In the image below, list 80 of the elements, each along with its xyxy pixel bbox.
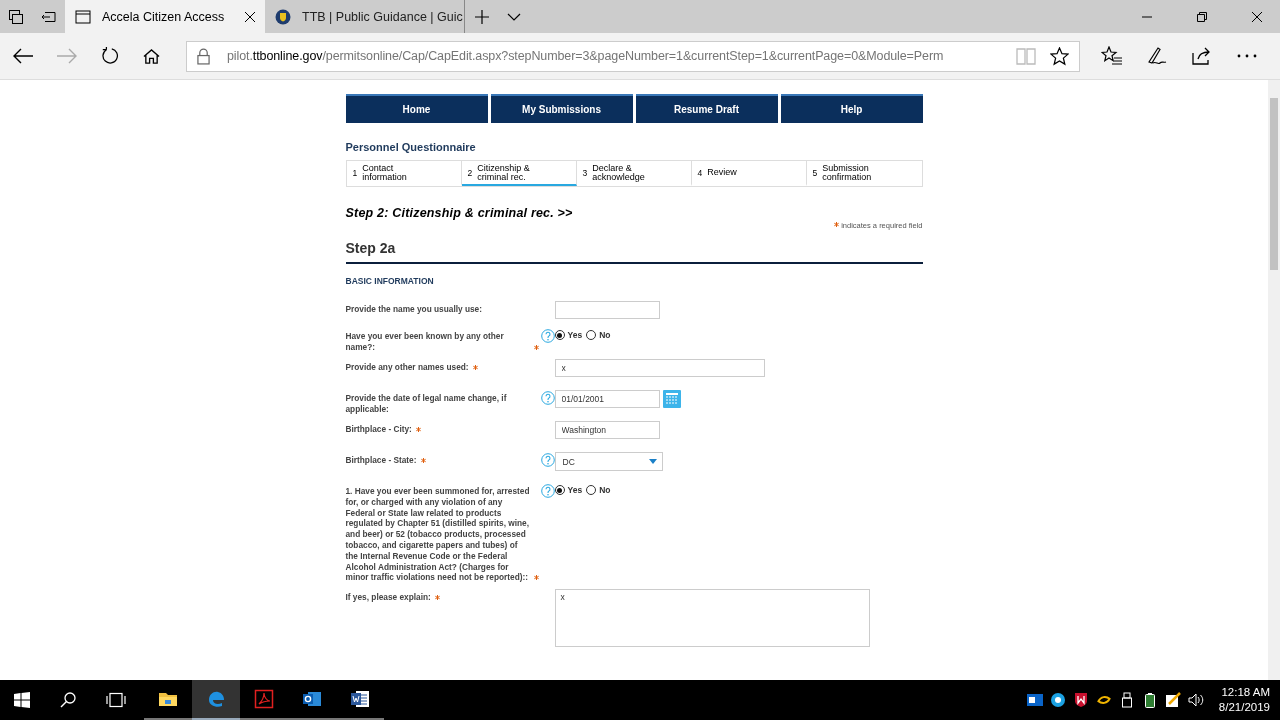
star-icon[interactable] xyxy=(1050,46,1069,66)
more-icon[interactable] xyxy=(1236,53,1258,59)
browser-tab[interactable]: Accela Citizen Access xyxy=(65,0,265,33)
form-title: Personnel Questionnaire xyxy=(345,141,477,153)
text-field[interactable]: 01/01/2001 xyxy=(554,390,660,408)
lock-icon xyxy=(197,47,210,65)
field-label: Birthplace - State: xyxy=(345,455,417,466)
field-label: Provide the name you usually use: xyxy=(345,304,482,315)
section-title: Step 2a xyxy=(345,240,923,264)
radio-label[interactable]: No xyxy=(599,485,611,495)
speaker-icon[interactable] xyxy=(1187,692,1204,708)
refresh-icon[interactable] xyxy=(101,47,119,65)
restore-icon[interactable] xyxy=(1197,11,1207,22)
field-label: Have you ever been known by any other name?: xyxy=(345,331,505,353)
dropdown[interactable]: DC xyxy=(554,452,663,471)
favorites-icon[interactable] xyxy=(1101,46,1123,66)
step-heading: Step 2: Citizenship & criminal rec. >> xyxy=(345,206,574,220)
radio-button[interactable] xyxy=(554,485,565,495)
clock-time[interactable]: 12:18 AM xyxy=(1221,685,1270,700)
tab-overview-icon[interactable] xyxy=(8,8,24,25)
subsection-title: BASIC INFORMATION xyxy=(345,276,435,286)
pen-icon[interactable] xyxy=(1146,46,1168,66)
radio-label[interactable]: Yes xyxy=(567,330,583,340)
nav-button[interactable]: Resume Draft xyxy=(635,94,778,123)
seal-icon xyxy=(275,8,291,25)
close-tab-icon[interactable] xyxy=(245,11,255,22)
step-label: Citizenship & criminal rec. xyxy=(477,163,531,182)
text-area[interactable]: x xyxy=(554,589,870,648)
mail-icon xyxy=(302,689,322,709)
step-label: Submission confirmation xyxy=(822,163,873,182)
back-icon[interactable] xyxy=(13,48,33,64)
url-text[interactable]: pilot.ttbonline.gov/permitsonline/Cap/CapEdit.aspx?stepNumber=3&pageNumber=1&currentStep=1&currentPage=0&Module=Perm xyxy=(227,49,1002,63)
field-label: Provide any other names used: xyxy=(345,362,469,373)
scrollbar[interactable] xyxy=(1268,80,1280,680)
step-number: 5 xyxy=(812,167,818,178)
radio-button[interactable] xyxy=(586,330,597,340)
text-field[interactable]: Washington xyxy=(554,421,660,439)
page-icon xyxy=(75,8,91,25)
windows-start-icon[interactable] xyxy=(14,692,30,708)
nav-button[interactable]: Help xyxy=(780,94,923,123)
nav-button[interactable]: Home xyxy=(345,94,488,123)
step-number: 3 xyxy=(582,167,588,178)
text-field[interactable] xyxy=(554,301,660,319)
required-icon xyxy=(834,221,840,227)
task-view-icon[interactable] xyxy=(106,692,126,708)
radio-button[interactable] xyxy=(586,485,597,495)
notes-icon[interactable] xyxy=(1164,692,1181,708)
text-document-icon xyxy=(350,689,370,709)
step-number: 4 xyxy=(697,167,703,178)
chevron-down-icon[interactable] xyxy=(507,12,521,21)
field-label: 1. Have you ever been summoned for, arrested for, or charged with any violation of any Federal or State law related to products regulated by Chapter 51 (distilled spirits, wine, and beer) or 52 (tobacco products, processed tobacco, and cigarette papers and tubes) of the Internal Revenue Code or the Federal Alcohol Administration Act? (Charges for minor traffic violations need not be reported):: xyxy=(345,486,530,584)
address-bar[interactable]: pilot.ttbonline.gov/permitsonline/Cap/CapEdit.aspx?stepNumber=3&pageNumber=1&currentStep=1&currentPage=0&Module=Perm xyxy=(186,40,1080,72)
step-label: Declare & acknowledge xyxy=(592,163,646,182)
radio-button[interactable] xyxy=(554,330,565,340)
step-label: Contact information xyxy=(362,163,408,182)
clock-date[interactable]: 8/21/2019 xyxy=(1218,700,1270,715)
close-icon[interactable] xyxy=(1252,11,1262,22)
tab-title[interactable]: Accela Citizen Access xyxy=(102,9,234,24)
new-tab-icon[interactable] xyxy=(475,9,489,24)
step-tab[interactable]: 4 Review xyxy=(691,161,807,186)
radio-label[interactable]: Yes xyxy=(567,485,583,495)
field-label: Provide the date of legal name change, if applicable: xyxy=(345,393,508,415)
nav-button[interactable]: My Submissions xyxy=(490,94,633,123)
text-field[interactable]: x xyxy=(554,359,765,377)
shield-icon[interactable] xyxy=(1072,692,1089,708)
step-number: 2 xyxy=(467,167,473,178)
step-number: 1 xyxy=(352,167,358,178)
scrollbar-thumb[interactable] xyxy=(1270,98,1278,270)
field-label: If yes, please explain: xyxy=(345,592,431,603)
step-label: Review xyxy=(707,168,738,177)
browser-icon xyxy=(206,689,226,709)
mail-app-icon[interactable] xyxy=(1026,692,1043,708)
tab-title[interactable]: TTB | Public Guidance | Guic xyxy=(302,9,463,24)
chat-app-icon[interactable] xyxy=(1049,692,1066,708)
search-icon[interactable] xyxy=(60,692,76,708)
home-icon[interactable] xyxy=(143,47,160,65)
document-icon xyxy=(254,689,274,709)
field-label: Birthplace - City: xyxy=(345,424,412,435)
caret-icon xyxy=(648,459,657,464)
radio-label[interactable]: No xyxy=(599,330,611,340)
